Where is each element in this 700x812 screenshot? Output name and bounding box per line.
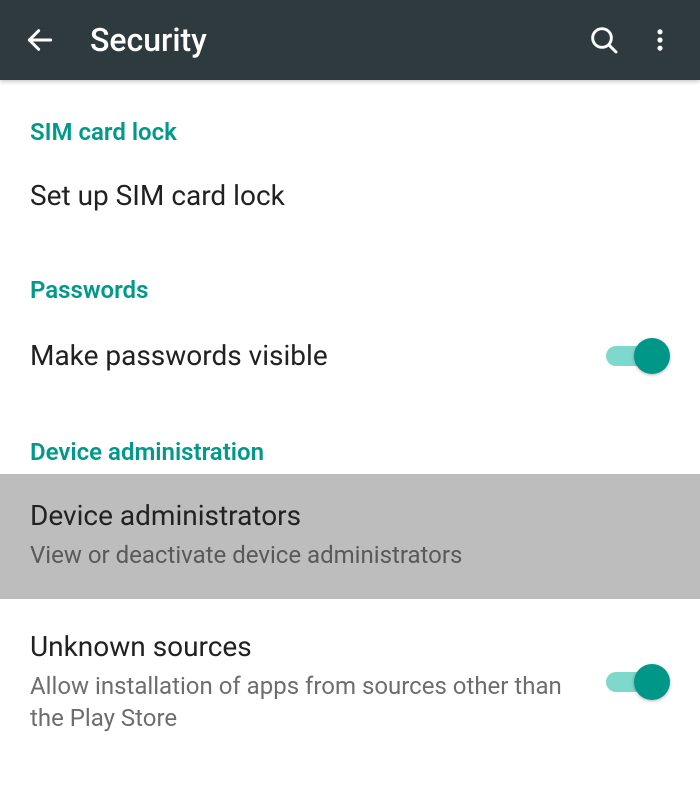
app-bar: Security [0, 0, 700, 80]
toggle-thumb [634, 664, 670, 700]
back-button[interactable] [12, 12, 68, 68]
make-passwords-visible-toggle[interactable] [604, 336, 670, 376]
setup-sim-card-lock-title: Set up SIM card lock [30, 178, 670, 214]
overflow-menu-button[interactable] [632, 12, 688, 68]
device-administrators-item[interactable]: Device administrators View or deactivate… [0, 474, 700, 599]
settings-content: SIM card lock Set up SIM card lock Passw… [0, 80, 700, 762]
more-vert-icon [646, 26, 674, 54]
device-administrators-subtitle: View or deactivate device administrators [30, 539, 570, 571]
toggle-thumb [634, 338, 670, 374]
unknown-sources-subtitle: Allow installation of apps from sources … [30, 670, 570, 735]
arrow-back-icon [24, 24, 56, 56]
make-passwords-visible-title: Make passwords visible [30, 338, 604, 374]
setup-sim-card-lock-item[interactable]: Set up SIM card lock [0, 154, 700, 242]
search-icon [588, 24, 620, 56]
section-header-passwords: Passwords [0, 242, 700, 312]
search-button[interactable] [576, 12, 632, 68]
page-title: Security [68, 21, 576, 59]
device-administrators-title: Device administrators [30, 498, 670, 534]
unknown-sources-toggle[interactable] [604, 662, 670, 702]
unknown-sources-title: Unknown sources [30, 629, 604, 665]
unknown-sources-item[interactable]: Unknown sources Allow installation of ap… [0, 599, 700, 762]
section-header-device-admin: Device administration [0, 404, 700, 474]
section-header-sim-lock: SIM card lock [0, 84, 700, 154]
make-passwords-visible-item[interactable]: Make passwords visible [0, 312, 700, 404]
